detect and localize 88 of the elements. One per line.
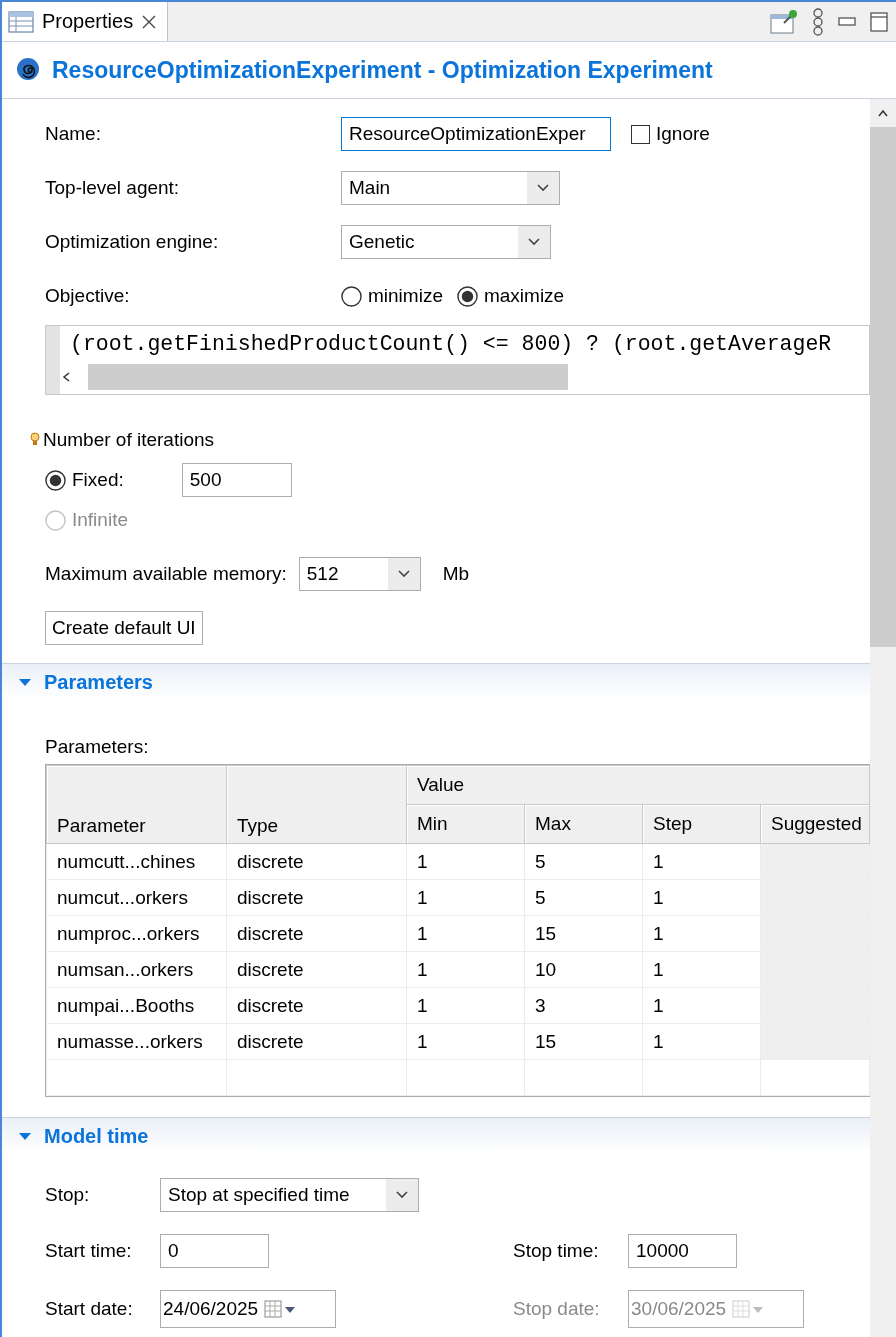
table-cell: 1 xyxy=(642,951,761,988)
table-icon xyxy=(8,10,34,33)
column-header[interactable]: Parameter xyxy=(46,765,227,844)
field-label: Start time: xyxy=(45,1240,133,1262)
table-cell: 1 xyxy=(406,987,525,1024)
table-cell: 1 xyxy=(406,951,525,988)
table-cell: numcut...orkers xyxy=(46,879,227,916)
field-label: Name: xyxy=(45,123,102,145)
radio-label: maximize xyxy=(483,285,565,307)
table-cell: 15 xyxy=(524,1023,643,1060)
table-cell: numsan...orkers xyxy=(46,951,227,988)
table-cell: 1 xyxy=(642,987,761,1024)
table-cell: 1 xyxy=(642,1023,761,1060)
create-default-ui-button[interactable]: Create default UI xyxy=(45,611,203,645)
close-icon[interactable] xyxy=(141,13,158,30)
field-label: Objective: xyxy=(45,285,131,307)
column-group-header: Value xyxy=(406,765,870,805)
section-label: Number of iterations xyxy=(43,429,215,451)
lightbulb-icon xyxy=(29,432,41,448)
field-label: Start date: xyxy=(45,1298,134,1320)
table-cell: discrete xyxy=(226,843,407,880)
table-cell: 1 xyxy=(406,879,525,916)
editor-gutter xyxy=(46,326,60,394)
code-text: (root.getFinishedProductCount() <= 800) ? (root.getAverageR xyxy=(69,331,833,358)
table-cell: discrete xyxy=(226,1023,407,1060)
table-cell: 15 xyxy=(524,915,643,952)
radio-label: Fixed: xyxy=(72,469,124,491)
table-cell: 1 xyxy=(406,1023,525,1060)
vertical-scrollbar[interactable] xyxy=(870,99,896,1337)
name-field[interactable]: ResourceOptimizationExper xyxy=(341,117,611,151)
table-cell: 10 xyxy=(524,951,643,988)
chevron-down-icon xyxy=(397,570,410,578)
column-header[interactable]: Max xyxy=(524,804,643,844)
radio-button[interactable] xyxy=(456,285,478,307)
dropdown[interactable]: Main xyxy=(341,171,560,205)
column-header[interactable]: Suggested xyxy=(760,804,870,844)
dropdown[interactable]: Genetic xyxy=(341,225,551,259)
field-label: Optimization engine: xyxy=(45,231,220,253)
table-cell: discrete xyxy=(226,915,407,952)
table-cell: numcutt...chines xyxy=(46,843,227,880)
start-time-field[interactable]: 0 xyxy=(160,1234,269,1268)
field-label: Stop date: xyxy=(513,1298,601,1320)
dropdown[interactable]: 512 xyxy=(298,557,421,591)
expression-editor[interactable]: (root.getFinishedProductCount() <= 800) ? (root.getAverageR xyxy=(45,325,870,395)
table-cell: numpai...Booths xyxy=(46,987,227,1024)
minimize-icon[interactable] xyxy=(838,16,856,27)
table-cell: discrete xyxy=(226,987,407,1024)
table-cell: 5 xyxy=(524,879,643,916)
maximize-icon[interactable] xyxy=(870,11,888,32)
table-cell: numproc...orkers xyxy=(46,915,227,952)
stop-time-field[interactable]: 10000 xyxy=(628,1234,737,1268)
table-cell: discrete xyxy=(226,951,407,988)
radio-label: minimize xyxy=(368,285,443,307)
radio-button[interactable] xyxy=(45,469,66,491)
table-cell: 3 xyxy=(524,987,643,1024)
column-header[interactable]: Min xyxy=(406,804,525,844)
field-label: Top-level agent: xyxy=(45,177,181,199)
pin-window-icon[interactable] xyxy=(770,8,798,35)
table-cell: numasse...orkers xyxy=(46,1023,227,1060)
unit-label: Mb xyxy=(442,563,470,585)
more-icon[interactable] xyxy=(812,7,824,36)
properties-tab[interactable]: Properties xyxy=(2,2,169,41)
chevron-down-icon xyxy=(396,1191,408,1199)
chevron-down-icon xyxy=(537,184,549,192)
date-picker[interactable]: 24/06/2025 xyxy=(160,1290,336,1328)
table-cell: discrete xyxy=(226,879,407,916)
column-header[interactable]: Step xyxy=(642,804,761,844)
editor-title: ResourceOptimizationExperiment - Optimization Experiment xyxy=(52,56,713,84)
table-cell: 1 xyxy=(642,879,761,916)
table-cell: 1 xyxy=(642,915,761,952)
radio-label: Infinite xyxy=(72,509,128,531)
field-label: Maximum available memory: xyxy=(45,563,287,585)
table-cell: 1 xyxy=(406,915,525,952)
table-cell: 1 xyxy=(642,843,761,880)
spiral-icon xyxy=(16,57,42,83)
table-label: Parameters: xyxy=(45,736,150,758)
ignore-checkbox[interactable]: Ignore xyxy=(631,123,710,145)
section-title[interactable]: Model time xyxy=(44,1124,149,1148)
column-header[interactable]: Type xyxy=(226,765,407,844)
iterations-field[interactable]: 500 xyxy=(181,463,292,497)
field-label: Stop time: xyxy=(513,1240,600,1262)
chevron-down-icon xyxy=(528,238,540,246)
radio-button[interactable] xyxy=(341,285,362,307)
table-cell: 1 xyxy=(406,843,525,880)
table-cell: 5 xyxy=(524,843,643,880)
dropdown[interactable]: Stop at specified time xyxy=(160,1178,419,1212)
section-title[interactable]: Parameters xyxy=(44,670,153,694)
field-label: Stop: xyxy=(45,1184,91,1206)
